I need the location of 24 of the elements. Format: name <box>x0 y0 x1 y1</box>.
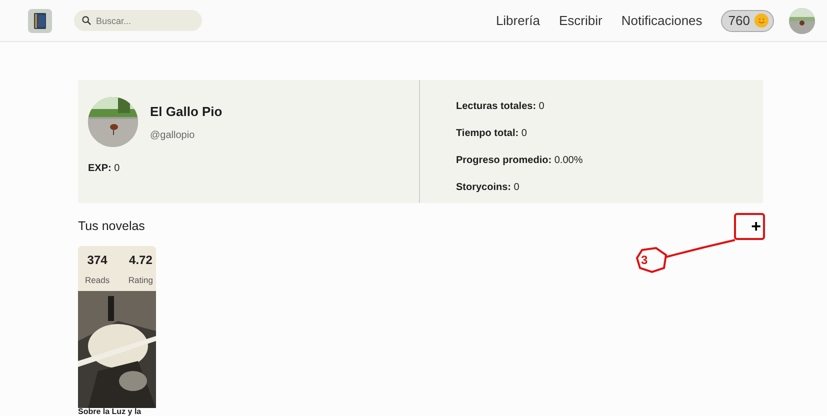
nav-link[interactable]: Notificaciones <box>621 10 702 30</box>
stat-label: Rating <box>128 274 153 286</box>
stat-text: Tiempo total: 0 <box>456 127 528 141</box>
stat-text: Progreso promedio: 0.00% <box>456 154 583 168</box>
profile-handle: @gallopio <box>150 128 196 142</box>
annotation-box <box>734 213 765 240</box>
stat-label: Reads <box>85 274 110 286</box>
nav-link[interactable]: Librería <box>496 10 540 30</box>
section-title: Tus novelas <box>78 218 145 235</box>
leader-line <box>666 239 736 258</box>
stat-text: Storycoins: 0 <box>456 181 520 195</box>
stat-number: 374 <box>86 252 108 269</box>
search-field[interactable]: Buscar... <box>74 10 202 31</box>
novel-title[interactable]: Sobre la Luz y la <box>78 408 156 416</box>
nav-link[interactable]: Escribir <box>559 10 602 30</box>
add-button[interactable]: + <box>747 218 765 235</box>
profile-name: El Gallo Pio <box>150 102 222 120</box>
stat-number: 4.72 <box>128 252 153 269</box>
stat-text: Lecturas totales: 0 <box>456 100 546 114</box>
exp-stat: EXP: 0 <box>88 162 121 176</box>
book-logo-icon[interactable] <box>28 8 52 32</box>
coin-balance[interactable]: 760 <box>721 10 774 32</box>
coin-icon <box>754 13 769 28</box>
annotation-number: 3 <box>641 254 648 266</box>
